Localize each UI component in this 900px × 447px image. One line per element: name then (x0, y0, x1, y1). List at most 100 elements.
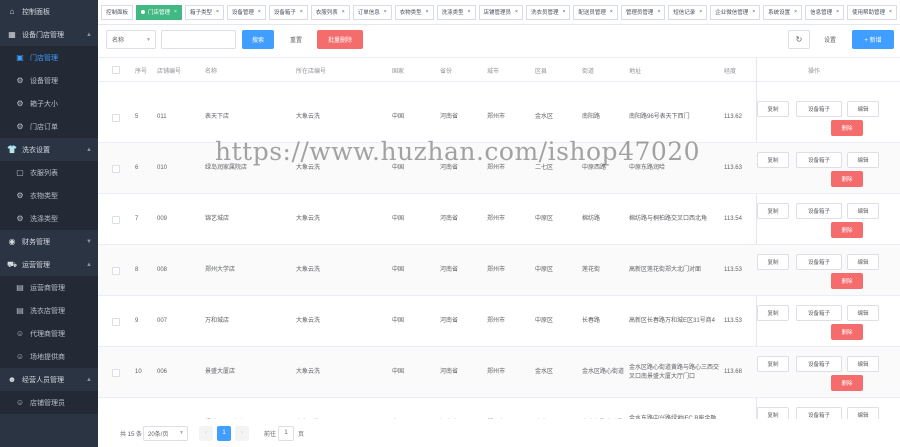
sidebar-group-6[interactable]: 👕 洗衣设置 ▲ (0, 138, 98, 161)
sidebar-item-15[interactable]: ☺ 场地提供商 (0, 345, 98, 368)
table-row[interactable]: 11005绿地IFC B座店大象云洗中国河南省郑州市金水区金水东路中兴路金水东路… (98, 398, 900, 419)
refresh-icon[interactable]: ↻ (788, 30, 810, 49)
edit-button[interactable]: 编辑 (847, 101, 879, 117)
close-icon[interactable]: × (174, 9, 177, 15)
prev-page-button[interactable]: ‹ (199, 425, 213, 441)
tab-4[interactable]: 设备箱子 × (268, 4, 308, 20)
search-button[interactable]: 搜索 (242, 30, 274, 49)
settings-button[interactable]: 设置 (814, 30, 846, 49)
search-field-select[interactable]: 名称 ▼ (106, 30, 156, 49)
sidebar-item-5[interactable]: ⚙ 门店订单 (0, 115, 98, 138)
sidebar-item-17[interactable]: ☺ 店铺管理员 (0, 391, 98, 414)
edit-button[interactable]: 编辑 (847, 407, 879, 419)
edit-button[interactable]: 编辑 (847, 152, 879, 168)
tab-8[interactable]: 洗涤类型 × (436, 4, 476, 20)
edit-button[interactable]: 编辑 (847, 356, 879, 372)
tab-11[interactable]: 配送员管理 × (573, 4, 618, 20)
sidebar-group-11[interactable]: ⛟ 运营管理 ▲ (0, 253, 98, 276)
device-boxes-button[interactable]: 设备箱子 (796, 356, 842, 372)
table-row[interactable]: 9 007 万和城店 大象云洗 中国 河南省 郑州市 中原区 长春路 高新区长春路万和城E区31号… (98, 296, 900, 347)
tab-10[interactable]: 洗衣员管理 × (525, 4, 571, 20)
copy-button[interactable]: 复制 (757, 356, 789, 372)
device-boxes-button[interactable]: 设备箱子 (796, 305, 842, 321)
table-row[interactable]: 5 011 表天下店 大象云洗 中国 河南省 郑州市 金水区 南阳路 南阳路96号表天下西门 113… (98, 92, 900, 143)
row-checkbox[interactable] (112, 347, 120, 398)
row-checkbox[interactable] (112, 143, 120, 194)
sidebar-group-16[interactable]: ☻ 经营人员管理 ▲ (0, 368, 98, 391)
page-number-current[interactable]: 1 (217, 425, 231, 441)
table-row[interactable]: 8 008 郑州大学店 大象云洗 中国 河南省 郑州市 中原区 莲花街 高新区莲花街郑大北门对面 1… (98, 245, 900, 296)
delete-button[interactable]: 删除 (831, 324, 863, 340)
sidebar-item-13[interactable]: ▤ 洗衣店管理 (0, 299, 98, 322)
delete-button[interactable]: 删除 (831, 171, 863, 187)
sidebar-group-0[interactable]: ⌂ 控制面板 (0, 0, 98, 23)
delete-button[interactable]: 删除 (831, 222, 863, 238)
sidebar-item-3[interactable]: ⚙ 设备管理 (0, 69, 98, 92)
search-input[interactable] (161, 30, 236, 49)
tab-13[interactable]: 短信记录 × (668, 4, 708, 20)
close-icon[interactable]: × (426, 9, 429, 15)
row-checkbox[interactable] (112, 296, 120, 347)
close-icon[interactable]: × (610, 9, 613, 15)
close-icon[interactable]: × (836, 9, 839, 15)
sidebar-item-4[interactable]: ⚙ 箱子大小 (0, 92, 98, 115)
close-icon[interactable]: × (889, 9, 892, 15)
row-checkbox[interactable] (112, 398, 120, 419)
edit-button[interactable]: 编辑 (847, 203, 879, 219)
close-icon[interactable]: × (794, 9, 797, 15)
copy-button[interactable]: 复制 (757, 254, 789, 270)
close-icon[interactable]: × (342, 9, 345, 15)
row-checkbox[interactable] (112, 245, 120, 296)
edit-button[interactable]: 编辑 (847, 305, 879, 321)
device-boxes-button[interactable]: 设备箱子 (796, 254, 842, 270)
edit-button[interactable]: 编辑 (847, 254, 879, 270)
close-icon[interactable]: × (300, 9, 303, 15)
tab-9[interactable]: 店铺管理员 × (478, 4, 523, 20)
close-icon[interactable]: × (562, 9, 565, 15)
header-select-all[interactable] (112, 58, 120, 82)
copy-button[interactable]: 复制 (757, 101, 789, 117)
copy-button[interactable]: 复制 (757, 203, 789, 219)
tab-7[interactable]: 衣物类型 × (394, 4, 434, 20)
row-checkbox[interactable] (112, 92, 120, 143)
table-row[interactable]: 10 006 景盛大厦店 大象云洗 中国 河南省 郑州市 金水区 金水区路心街道 金水区路心街道黄… (98, 347, 900, 398)
copy-button[interactable]: 复制 (757, 407, 789, 419)
tab-3[interactable]: 设备管理 × (226, 4, 266, 20)
close-icon[interactable]: × (216, 9, 219, 15)
device-boxes-button[interactable]: 设备箱子 (796, 407, 842, 419)
tab-14[interactable]: 企业微信管理 × (710, 4, 761, 20)
sidebar-item-8[interactable]: ⚙ 衣物类型 (0, 184, 98, 207)
page-size-select[interactable]: 20条/页 ▼ (143, 425, 188, 441)
device-boxes-button[interactable]: 设备箱子 (796, 152, 842, 168)
reset-button[interactable]: 重置 (280, 30, 312, 49)
tab-6[interactable]: 订单信息 × (352, 4, 392, 20)
tab-0[interactable]: 控制面板 (101, 4, 134, 20)
device-boxes-button[interactable]: 设备箱子 (796, 101, 842, 117)
sidebar-item-2[interactable]: ▣ 门店管理 (0, 46, 98, 69)
tab-5[interactable]: 衣服列表 × (310, 4, 350, 20)
tab-2[interactable]: 箱子类型 × (184, 4, 224, 20)
next-page-button[interactable]: › (235, 425, 249, 441)
add-button[interactable]: + 新增 (852, 30, 894, 49)
close-icon[interactable]: × (752, 9, 755, 15)
sidebar-group-1[interactable]: ▦ 设备门店管理 ▲ (0, 23, 98, 46)
tab-12[interactable]: 管理员管理 × (620, 4, 666, 20)
goto-page-input[interactable]: 1 (278, 425, 294, 441)
batch-delete-button[interactable]: 批量删除 (317, 30, 363, 49)
sidebar-item-14[interactable]: ☺ 代理商管理 (0, 322, 98, 345)
close-icon[interactable]: × (468, 9, 471, 15)
close-icon[interactable]: × (384, 9, 387, 15)
close-icon[interactable]: × (258, 9, 261, 15)
close-icon[interactable]: × (657, 9, 660, 15)
sidebar-item-7[interactable]: ▢ 衣服列表 (0, 161, 98, 184)
delete-button[interactable]: 删除 (831, 375, 863, 391)
close-icon[interactable]: × (515, 9, 518, 15)
copy-button[interactable]: 复制 (757, 152, 789, 168)
tab-16[interactable]: 信息管理 × (805, 4, 845, 20)
sidebar-group-10[interactable]: ◉ 财务管理 ▼ (0, 230, 98, 253)
copy-button[interactable]: 复制 (757, 305, 789, 321)
sidebar-item-9[interactable]: ⚙ 洗涤类型 (0, 207, 98, 230)
delete-button[interactable]: 删除 (831, 273, 863, 289)
table-row[interactable]: 7 009 锦艺城店 大象云洗 中国 河南省 郑州市 中原区 棉纺路 棉纺路与桐柏路交叉口西北角 1… (98, 194, 900, 245)
tab-17[interactable]: 使用帮助管理 × (847, 4, 897, 20)
